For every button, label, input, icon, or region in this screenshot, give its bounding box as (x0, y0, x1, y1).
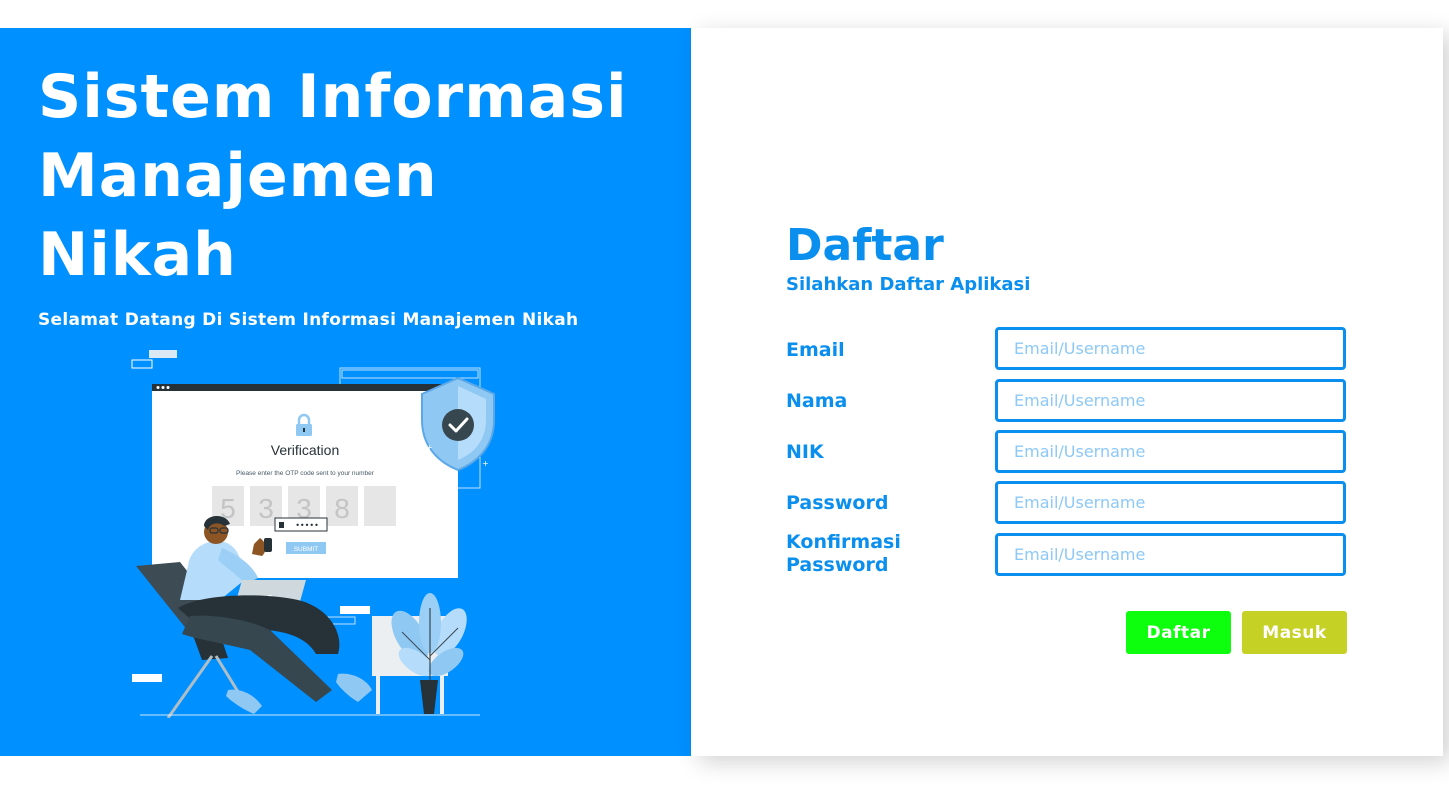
nik-input[interactable] (995, 430, 1346, 473)
svg-text:+: + (426, 443, 433, 452)
register-form-panel: Daftar Silahkan Daftar Aplikasi Email Na… (691, 28, 1443, 756)
register-button[interactable]: Daftar (1126, 611, 1231, 654)
email-label: Email (786, 339, 845, 361)
svg-text:+: + (482, 459, 489, 468)
form-title: Daftar (786, 220, 944, 271)
confirm-password-input[interactable] (995, 533, 1346, 576)
card-title: Verification (271, 442, 339, 458)
password-dots: ••••• (295, 521, 319, 530)
form-subtitle: Silahkan Daftar Aplikasi (786, 274, 1031, 295)
hero-title-line-2: Manajemen (38, 141, 438, 211)
email-input[interactable] (995, 327, 1346, 370)
nama-input[interactable] (995, 379, 1346, 422)
hero-title: Sistem Informasi Manajemen Nikah (38, 58, 678, 295)
password-input[interactable] (995, 481, 1346, 524)
otp-digit: 3 (258, 493, 274, 524)
password-label: Password (786, 492, 889, 514)
hero-panel: Sistem Informasi Manajemen Nikah Selamat… (0, 28, 691, 756)
hero-subtitle: Selamat Datang Di Sistem Informasi Manaj… (38, 310, 579, 330)
nama-label: Nama (786, 390, 848, 412)
submit-label: SUBMIT (294, 546, 319, 553)
nik-label: NIK (786, 441, 824, 463)
hero-title-line-3: Nikah (38, 220, 237, 290)
login-button[interactable]: Masuk (1242, 611, 1347, 654)
card-text: Please enter the OTP code sent to your n… (236, 470, 375, 477)
otp-digit: 8 (334, 493, 350, 524)
verification-illustration: Verification Please enter the OTP code s… (131, 350, 495, 718)
hero-title-line-1: Sistem Informasi (38, 62, 628, 132)
confirm-password-label: Konfirmasi Password (786, 531, 901, 576)
